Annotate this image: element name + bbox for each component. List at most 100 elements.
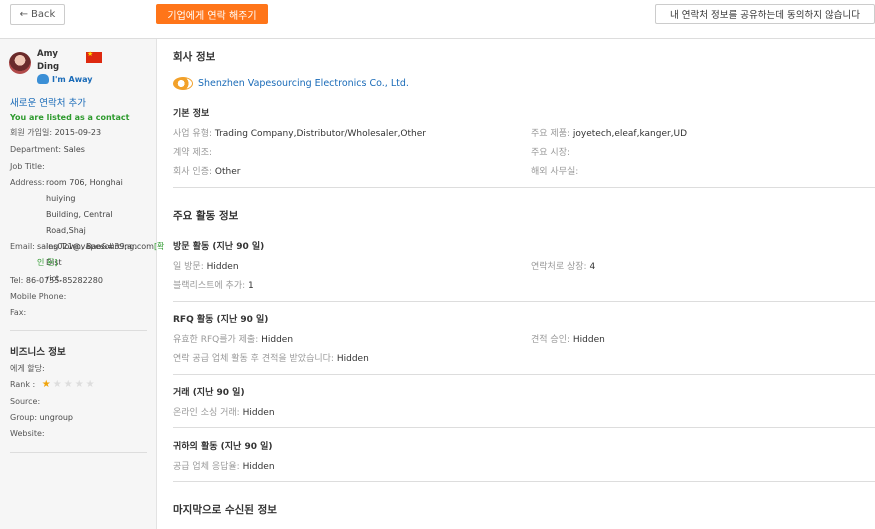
rank-star-icon[interactable]: ★ bbox=[42, 379, 51, 390]
rank-rating[interactable]: ★ ★ ★ ★ ★ bbox=[42, 379, 95, 390]
quote-accepted-field: 견적 승인: Hidden bbox=[531, 332, 605, 345]
online-trade-label: 온라인 소싱 거래: bbox=[173, 408, 240, 418]
overseas-office-label: 해외 사무실: bbox=[531, 167, 579, 177]
avatar bbox=[9, 52, 31, 74]
contact-listed-value: 4 bbox=[589, 262, 596, 272]
rank-star-icon[interactable]: ★ bbox=[53, 379, 62, 390]
website-label: Website: bbox=[10, 429, 45, 438]
blacklisted-label: 블랙리스트에 추가: bbox=[173, 281, 246, 291]
email-label: Email: bbox=[10, 242, 35, 251]
source-row: Source: bbox=[10, 394, 40, 410]
sidebar-divider bbox=[10, 330, 147, 331]
back-label: Back bbox=[31, 9, 56, 20]
quotes-received-label: 연락 공급 업체 활동 후 견적을 받았습니다: bbox=[173, 354, 334, 364]
blacklisted-value: 1 bbox=[248, 281, 254, 291]
contact-first-name: Amy bbox=[37, 49, 58, 59]
certification-value: Other bbox=[214, 167, 241, 177]
rank-star-icon[interactable]: ★ bbox=[64, 379, 73, 390]
rank-label: Rank : bbox=[10, 380, 36, 389]
contact-name[interactable]: Amy Ding bbox=[37, 48, 77, 74]
email-confirmed-badge-cont: 인 된] bbox=[37, 258, 58, 267]
company-info-title: 회사 정보 bbox=[173, 51, 216, 63]
rfq-submitted-value: Hidden bbox=[261, 335, 294, 345]
supplier-reply-label: 공급 업체 응답율: bbox=[173, 462, 240, 472]
department-row: Department: Sales bbox=[10, 142, 85, 158]
company-profile-main: 회사 정보 Shenzhen Vapesourcing Electronics … bbox=[158, 39, 875, 529]
email-address[interactable]: sales021@vapesourcing.com bbox=[37, 242, 154, 251]
trade-activity-title: 거래 (지난 90 일) bbox=[173, 388, 245, 398]
tel-label: Tel: bbox=[10, 276, 24, 285]
main-products-value: joyetech,eleaf,kanger,UD bbox=[572, 129, 688, 139]
main-markets-field: 주요 시장: bbox=[531, 145, 570, 158]
contact-company-button[interactable]: 기업에게 연락 해주기 bbox=[156, 4, 268, 24]
visit-activity-title: 방문 활동 (지난 90 일) bbox=[173, 242, 265, 252]
main-products-label: 주요 제품: bbox=[531, 129, 571, 139]
section-divider bbox=[173, 301, 875, 302]
add-contact-link[interactable]: 새로운 연락처 추가 bbox=[10, 95, 86, 109]
quotes-received-field: 연락 공급 업체 활동 후 견적을 받았습니다: Hidden bbox=[173, 351, 369, 364]
status-label: I'm Away bbox=[52, 74, 93, 84]
online-trade-field: 온라인 소싱 거래: Hidden bbox=[173, 405, 275, 418]
assigned-label: 에게 할당: bbox=[10, 364, 45, 373]
address-line: room 706, Honghai huiying bbox=[46, 178, 123, 203]
tel-value: 86-0755-85282280 bbox=[25, 276, 103, 285]
address-label: Address: bbox=[10, 178, 45, 187]
company-name: Shenzhen Vapesourcing Electronics Co., L… bbox=[198, 78, 409, 89]
overseas-office-field: 해외 사무실: bbox=[531, 164, 578, 177]
main-markets-label: 주요 시장: bbox=[531, 148, 571, 158]
contract-mfg-label: 계약 제조: bbox=[173, 148, 213, 158]
job-title-label: Job Title: bbox=[10, 162, 45, 171]
sidebar-divider bbox=[10, 452, 147, 453]
arrow-left-icon: ← bbox=[19, 9, 29, 20]
your-activity-title: 귀하의 활동 (지난 90 일) bbox=[173, 442, 273, 452]
visit-days-value: Hidden bbox=[206, 262, 239, 272]
contact-listed-label: 연락처로 상장: bbox=[531, 262, 587, 272]
quote-accepted-label: 견적 승인: bbox=[531, 335, 571, 345]
top-bar: ← Back 기업에게 연락 해주기 내 연락처 정보를 공유하는데 동의하지 … bbox=[0, 0, 875, 39]
section-divider bbox=[173, 374, 875, 375]
company-name-link[interactable]: Shenzhen Vapesourcing Electronics Co., L… bbox=[173, 77, 409, 90]
rank-star-icon[interactable]: ★ bbox=[75, 379, 84, 390]
company-logo-icon bbox=[173, 77, 193, 90]
status-indicator: I'm Away bbox=[37, 74, 93, 84]
source-label: Source: bbox=[10, 397, 41, 406]
rank-row: Rank : ★ ★ ★ ★ ★ bbox=[10, 377, 95, 393]
tel-row: Tel: 86-0755-85282280 bbox=[10, 273, 103, 289]
rfq-submitted-label: 유효한 RFQ를가 제출: bbox=[173, 335, 259, 345]
job-title-row: Job Title: bbox=[10, 159, 45, 175]
contact-sidebar: Amy Ding I'm Away 새로운 연락처 추가 You are lis… bbox=[0, 39, 164, 529]
visit-days-field: 일 방문: Hidden bbox=[173, 259, 239, 272]
china-flag-icon bbox=[86, 50, 102, 63]
supplier-reply-value: Hidden bbox=[242, 462, 275, 472]
contract-mfg-field: 계약 제조: bbox=[173, 145, 212, 158]
quotes-received-value: Hidden bbox=[336, 354, 369, 364]
supplier-reply-field: 공급 업체 응답율: Hidden bbox=[173, 459, 275, 472]
group-row: Group: ungroup bbox=[10, 410, 73, 426]
main-products-field: 주요 제품: joyetech,eleaf,kanger,UD bbox=[531, 126, 687, 139]
contact-listed-field: 연락처로 상장: 4 bbox=[531, 259, 595, 272]
basic-info-title: 기본 정보 bbox=[173, 109, 210, 119]
mobile-label: Mobile Phone: bbox=[10, 292, 67, 301]
email-label-row: Email: bbox=[10, 239, 35, 255]
blacklisted-field: 블랙리스트에 추가: 1 bbox=[173, 278, 254, 291]
decline-share-button[interactable]: 내 연락처 정보를 공유하는데 동의하지 않습니다 bbox=[655, 4, 875, 24]
assigned-row: 에게 할당: bbox=[10, 361, 45, 377]
certification-field: 회사 인증: Other bbox=[173, 164, 240, 177]
fax-row: Fax: bbox=[10, 305, 26, 321]
activity-info-title: 주요 활동 정보 bbox=[173, 210, 239, 222]
mobile-row: Mobile Phone: bbox=[10, 289, 66, 305]
group-value: ungroup bbox=[39, 413, 73, 422]
business-type-label: 사업 유형: bbox=[173, 129, 213, 139]
website-row: Website: bbox=[10, 426, 45, 442]
department-label: Department: bbox=[10, 145, 62, 154]
business-info-title: 비즈니스 정보 bbox=[10, 347, 66, 358]
online-trade-value: Hidden bbox=[242, 408, 275, 418]
section-divider bbox=[173, 187, 875, 188]
rank-star-icon[interactable]: ★ bbox=[86, 379, 95, 390]
section-divider bbox=[173, 427, 875, 428]
quote-accepted-value: Hidden bbox=[572, 335, 605, 345]
visit-days-label: 일 방문: bbox=[173, 262, 204, 272]
department-value: Sales bbox=[63, 145, 85, 154]
member-since-row: 회원 가입일: 2015-09-23 bbox=[10, 125, 101, 141]
back-button[interactable]: ← Back bbox=[10, 4, 65, 25]
